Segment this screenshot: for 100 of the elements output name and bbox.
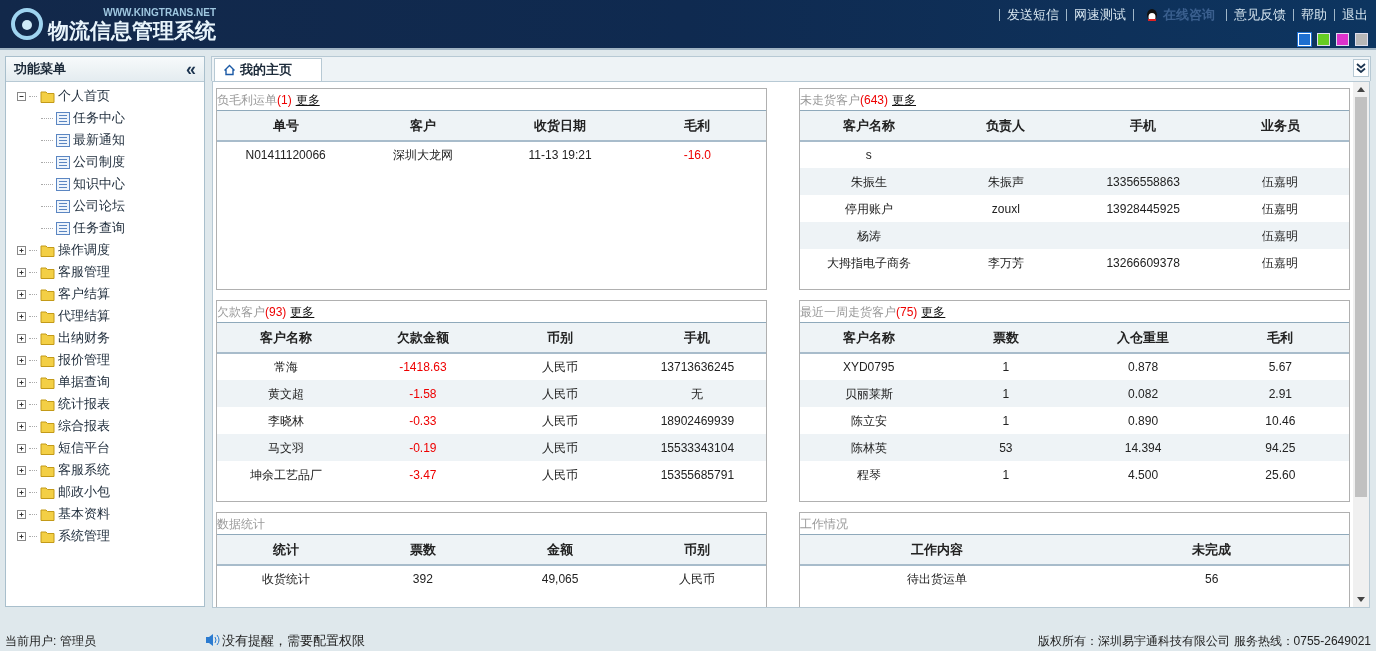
folder-icon <box>40 308 55 324</box>
menu-item[interactable]: 系统管理 <box>58 526 110 546</box>
menu-item[interactable]: 基本资料 <box>58 504 110 524</box>
header-link[interactable]: 网速测试 <box>1074 5 1126 25</box>
table-cell: 94.25 <box>1211 434 1349 461</box>
table-cell: 常海 <box>217 353 355 380</box>
menu-item[interactable]: 最新通知 <box>73 130 125 150</box>
theme-swatch[interactable] <box>1336 32 1349 46</box>
table-cell: 收货统计 <box>217 565 355 592</box>
table-cell: 马文羽 <box>217 434 355 461</box>
expand-toggle[interactable] <box>17 443 26 453</box>
table-cell: -3.47 <box>354 461 492 488</box>
folder-icon <box>40 506 55 522</box>
menu-item[interactable]: 出纳财务 <box>58 328 110 348</box>
table-cell: 李万芳 <box>937 249 1075 276</box>
expand-toggle[interactable] <box>17 245 26 255</box>
menu-item[interactable]: 个人首页 <box>58 86 110 106</box>
table-cell: 2.91 <box>1211 380 1349 407</box>
folder-icon <box>40 440 55 456</box>
table-cell: -0.19 <box>354 434 492 461</box>
header-link[interactable]: 帮助 <box>1301 5 1327 25</box>
menu-item[interactable]: 公司制度 <box>73 152 125 172</box>
table-cell: 人民币 <box>491 380 629 407</box>
table-cell: 11-13 19:21 <box>491 141 629 168</box>
theme-swatch[interactable] <box>1317 32 1330 46</box>
record-count: (75) <box>896 303 918 321</box>
menu-item[interactable]: 客服管理 <box>58 262 110 282</box>
expand-toggle[interactable] <box>17 509 26 519</box>
expand-toggle[interactable] <box>17 399 26 409</box>
expand-toggle[interactable] <box>17 355 26 365</box>
table-cell: 0.890 <box>1074 407 1212 434</box>
scroll-down-icon[interactable] <box>1357 597 1365 602</box>
table-cell: s <box>800 141 938 168</box>
table-cell: 13928445925 <box>1074 195 1212 222</box>
column-header: 业务员 <box>1211 111 1349 141</box>
column-header: 票数 <box>937 323 1075 353</box>
menu-item[interactable]: 任务查询 <box>73 218 125 238</box>
expand-toggle[interactable] <box>17 377 26 387</box>
column-header: 未完成 <box>1074 535 1349 565</box>
table-cell: 伍嘉明 <box>1211 195 1349 222</box>
double-chevron-icon <box>1356 63 1366 73</box>
more-link[interactable]: 更多 <box>290 302 315 321</box>
expand-toggle[interactable] <box>17 289 26 299</box>
list-icon <box>56 133 70 147</box>
table-cell: 1 <box>937 407 1075 434</box>
menu-item[interactable]: 任务中心 <box>73 108 125 128</box>
folder-icon <box>40 88 55 104</box>
panel-title: 最近一周走货客户 <box>800 303 896 321</box>
menu-item[interactable]: 邮政小包 <box>58 482 110 502</box>
menu-item[interactable]: 客服系统 <box>58 460 110 480</box>
expand-toggle[interactable] <box>17 531 26 541</box>
menu-item[interactable]: 综合报表 <box>58 416 110 436</box>
column-header: 负责人 <box>937 111 1075 141</box>
column-header: 币别 <box>491 323 629 353</box>
menu-item[interactable]: 统计报表 <box>58 394 110 414</box>
theme-swatch[interactable] <box>1355 32 1368 46</box>
menu-item[interactable]: 公司论坛 <box>73 196 125 216</box>
more-link[interactable]: 更多 <box>295 90 320 109</box>
menu-item[interactable]: 知识中心 <box>73 174 125 194</box>
table-cell: 14.394 <box>1074 434 1212 461</box>
collapse-toggle[interactable] <box>17 91 26 101</box>
expand-toggle[interactable] <box>17 487 26 497</box>
scroll-up-icon[interactable] <box>1357 87 1365 92</box>
column-header: 毛利 <box>628 111 766 141</box>
expand-toggle[interactable] <box>17 267 26 277</box>
table-cell: -16.0 <box>628 141 766 168</box>
header-link[interactable]: 意见反馈 <box>1234 5 1286 25</box>
folder-icon <box>40 352 55 368</box>
folder-icon <box>40 286 55 302</box>
menu-item[interactable]: 代理结算 <box>58 306 110 326</box>
list-icon <box>56 177 70 191</box>
column-header: 票数 <box>354 535 492 565</box>
menu-item[interactable]: 操作调度 <box>58 240 110 260</box>
expand-toggle[interactable] <box>17 311 26 321</box>
column-header: 手机 <box>1074 111 1212 141</box>
copyright-text: 版权所有：深圳易宇通科技有限公司 服务热线：0755-2649021 <box>1038 633 1371 650</box>
more-link[interactable]: 更多 <box>892 90 916 109</box>
table-cell: 待出货运单 <box>800 565 1075 592</box>
column-header: 收货日期 <box>491 111 629 141</box>
expand-toggle[interactable] <box>17 421 26 431</box>
collapse-button[interactable]: « <box>186 60 196 78</box>
home-icon <box>223 64 236 76</box>
more-link[interactable]: 更多 <box>921 302 946 321</box>
menu-item[interactable]: 报价管理 <box>58 350 110 370</box>
header-link[interactable]: 发送短信 <box>1007 5 1059 25</box>
panel-title: 工作情况 <box>800 515 848 533</box>
panel-title: 欠款客户 <box>217 303 265 321</box>
tab[interactable]: 我的主页 <box>214 58 322 81</box>
menu-item[interactable]: 客户结算 <box>58 284 110 304</box>
column-header: 金额 <box>491 535 629 565</box>
scrollbar[interactable] <box>1353 82 1369 607</box>
expand-toggle[interactable] <box>17 333 26 343</box>
menu-item[interactable]: 短信平台 <box>58 438 110 458</box>
menu-item[interactable]: 单据查询 <box>58 372 110 392</box>
expand-toggle[interactable] <box>17 465 26 475</box>
table-cell: 贝丽莱斯 <box>800 380 938 407</box>
header-link[interactable]: 退出 <box>1342 5 1368 25</box>
folder-icon <box>40 396 55 412</box>
tab-menu-button[interactable] <box>1353 59 1369 77</box>
table-cell: 0.082 <box>1074 380 1212 407</box>
